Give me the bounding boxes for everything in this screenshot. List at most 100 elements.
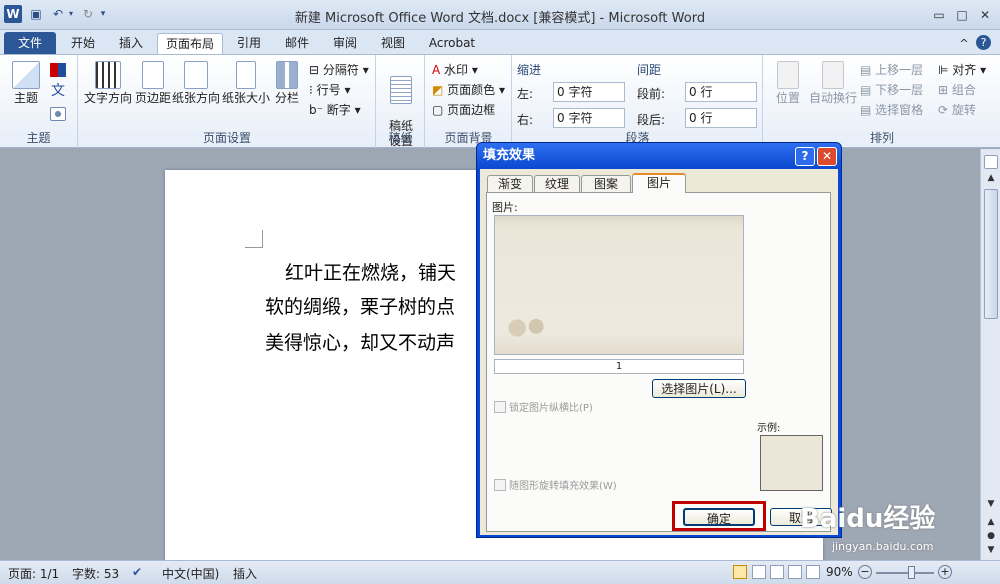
tab-home[interactable]: 开始	[60, 33, 106, 54]
tab-mailings[interactable]: 邮件	[274, 33, 320, 54]
dialog-close-button[interactable]: ✕	[817, 147, 837, 166]
indent-right-input[interactable]: 0 字符	[553, 108, 625, 128]
theme-colors-icon[interactable]	[50, 63, 66, 77]
watermark-button[interactable]: A 水印 ▾	[432, 61, 478, 78]
group-label-page-setup: 页面设置	[202, 131, 251, 145]
next-page-icon[interactable]: ▼	[984, 545, 998, 557]
tab-file[interactable]: 文件	[4, 32, 56, 54]
scroll-up-icon[interactable]: ▲	[984, 173, 998, 185]
selection-pane-button[interactable]: ▤ 选择窗格	[860, 101, 923, 118]
outline-view-icon[interactable]	[788, 565, 802, 579]
tab-texture[interactable]: 纹理	[534, 175, 580, 193]
scroll-down-icon[interactable]: ▼	[984, 499, 998, 511]
zoom-in-button[interactable]: +	[938, 565, 952, 579]
orientation-button[interactable]: 纸张方向	[171, 61, 221, 106]
zoom-slider-track[interactable]	[876, 572, 934, 574]
lock-aspect-checkbox[interactable]: 锁定图片纵横比(P)	[494, 399, 593, 414]
hyphenation-button[interactable]: b⁻ 断字 ▾	[309, 101, 361, 118]
line-numbers-button[interactable]: ⁝ 行号 ▾	[309, 81, 351, 98]
margins-button[interactable]: 页边距	[133, 61, 173, 106]
print-layout-view-icon[interactable]	[733, 565, 747, 579]
columns-button[interactable]: 分栏	[273, 61, 301, 106]
web-layout-view-icon[interactable]	[770, 565, 784, 579]
document-line[interactable]: 红叶正在燃烧，铺天	[285, 258, 456, 285]
tab-view[interactable]: 视图	[370, 33, 416, 54]
spacing-before-input[interactable]: 0 行	[685, 82, 757, 102]
hyphenation-label: 断字	[326, 103, 351, 117]
maximize-button[interactable]: □	[951, 6, 973, 24]
select-picture-button[interactable]: 选择图片(L)...	[652, 379, 746, 398]
group-objects-icon: ⊞	[938, 83, 949, 97]
ok-button[interactable]: 确定	[683, 508, 755, 526]
sample-label: 示例:	[757, 423, 781, 434]
theme-fonts-icon[interactable]: 文	[49, 83, 67, 99]
page-count[interactable]: 页面: 1/1	[8, 565, 59, 582]
send-backward-button[interactable]: ▤ 下移一层	[860, 81, 923, 98]
page-borders-label: 页面边框	[447, 103, 496, 117]
rotate-button[interactable]: ⟳ 旋转	[938, 101, 976, 118]
align-label: 对齐	[952, 63, 977, 77]
align-button[interactable]: ⊫ 对齐 ▾	[938, 61, 986, 78]
draft-view-icon[interactable]	[806, 565, 820, 579]
dialog-body: 渐变 纹理 图案 图片 图片: 1 选择图片(L)... 锁定图片纵横比(P) …	[480, 169, 838, 535]
position-icon	[777, 61, 799, 89]
minimize-button[interactable]: ▭	[928, 6, 950, 24]
group-draft-paper: 稿纸 设置 稿纸	[377, 55, 425, 148]
picture-preview	[494, 215, 744, 355]
breaks-button[interactable]: ⊟ 分隔符 ▾	[309, 61, 369, 78]
tab-gradient[interactable]: 渐变	[487, 175, 533, 193]
group-themes: 主题 文 主题	[0, 55, 78, 148]
word-count[interactable]: 字数: 53	[72, 565, 119, 582]
draft-paper-icon	[390, 76, 412, 104]
spacing-after-input[interactable]: 0 行	[685, 108, 757, 128]
tab-references[interactable]: 引用	[226, 33, 272, 54]
zoom-out-button[interactable]: −	[858, 565, 872, 579]
tab-pattern[interactable]: 图案	[581, 175, 631, 193]
vertical-scrollbar[interactable]: ▲ ▼ ▲ ● ▼	[980, 149, 1000, 560]
help-icon[interactable]: ?	[976, 35, 991, 50]
group-objects-button[interactable]: ⊞ 组合	[938, 81, 976, 98]
zoom-level[interactable]: 90%	[826, 565, 853, 579]
fill-effects-dialog: 填充效果 ? ✕ 渐变 纹理 图案 图片 图片: 1 选择图片(L)... 锁定…	[476, 142, 842, 538]
size-label: 纸张大小	[221, 91, 270, 105]
rotate-with-shape-checkbox[interactable]: 随图形旋转填充效果(W)	[494, 477, 617, 492]
browse-object-icon[interactable]: ●	[984, 531, 998, 543]
theme-effects-icon[interactable]	[50, 107, 66, 121]
document-line[interactable]: 美得惊心，却又不动声	[265, 328, 455, 355]
page-color-button[interactable]: ◩ 页面颜色 ▾	[432, 81, 505, 98]
tab-picture[interactable]: 图片	[632, 173, 686, 193]
bring-forward-button[interactable]: ▤ 上移一层	[860, 61, 923, 78]
dialog-help-button[interactable]: ?	[795, 147, 815, 166]
group-page-background: A 水印 ▾ ◩ 页面颜色 ▾ ▢ 页面边框 页面背景	[426, 55, 512, 148]
zoom-slider-thumb[interactable]	[908, 566, 915, 579]
page-borders-button[interactable]: ▢ 页面边框	[432, 101, 495, 118]
ruler-toggle-icon[interactable]	[984, 155, 998, 169]
collapse-ribbon-icon[interactable]: ^	[956, 33, 972, 54]
tab-acrobat[interactable]: Acrobat	[420, 33, 484, 54]
tab-review[interactable]: 审阅	[322, 33, 368, 54]
themes-button[interactable]: 主题	[8, 61, 44, 106]
size-button[interactable]: 纸张大小	[221, 61, 271, 106]
previous-page-icon[interactable]: ▲	[984, 517, 998, 529]
group-label-themes: 主题	[26, 131, 51, 145]
close-button[interactable]: ✕	[974, 6, 996, 24]
indent-left-input[interactable]: 0 字符	[553, 82, 625, 102]
orientation-icon	[184, 61, 208, 89]
margin-corner-mark	[245, 230, 263, 248]
themes-label: 主题	[13, 91, 38, 105]
language-indicator[interactable]: 中文(中国)	[162, 565, 219, 582]
wrap-text-button[interactable]: 自动换行	[808, 61, 858, 106]
spacing-before-label: 段前:	[637, 87, 666, 101]
document-line[interactable]: 软的绸缎，栗子树的点	[265, 292, 455, 319]
full-screen-view-icon[interactable]	[752, 565, 766, 579]
proofing-icon[interactable]: ✔	[132, 565, 142, 579]
rotate-with-shape-box	[494, 479, 506, 491]
text-direction-button[interactable]: 文字方向	[83, 61, 133, 106]
lock-aspect-label: 锁定图片纵横比(P)	[509, 403, 593, 414]
tab-page-layout[interactable]: 页面布局	[157, 33, 223, 54]
insert-mode[interactable]: 插入	[233, 565, 257, 582]
tab-insert[interactable]: 插入	[108, 33, 154, 54]
position-button[interactable]: 位置	[768, 61, 808, 106]
status-bar: 页面: 1/1 字数: 53 ✔ 中文(中国) 插入 90% − +	[0, 560, 1000, 584]
scroll-thumb[interactable]	[984, 189, 998, 319]
